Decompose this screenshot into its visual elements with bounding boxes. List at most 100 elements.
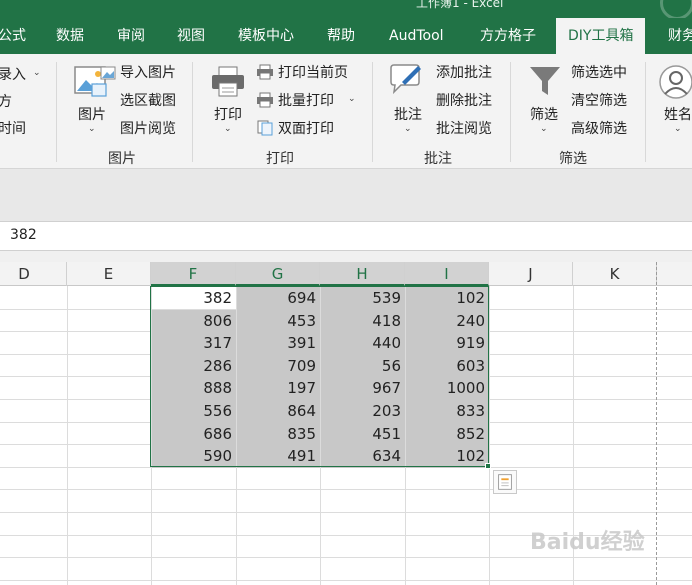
person-icon (659, 65, 692, 99)
chevron-down-icon[interactable]: ⌄ (224, 124, 232, 134)
cell-g6[interactable]: 864 (237, 400, 320, 423)
column-header-i[interactable]: I (405, 262, 489, 286)
cell-g5[interactable]: 197 (237, 377, 320, 400)
cell-i3[interactable]: 919 (406, 332, 489, 355)
fill-handle[interactable] (485, 463, 491, 469)
cell-h7[interactable]: 451 (321, 422, 405, 446)
cell-g1[interactable]: 694 (237, 287, 320, 310)
tab-help[interactable]: 帮助 (327, 18, 355, 54)
cell-f4[interactable]: 286 (152, 354, 236, 378)
area-screenshot-button[interactable]: 选区截图 (120, 90, 176, 110)
cell-h3[interactable]: 440 (321, 332, 405, 355)
picture-view-button[interactable]: 图片阅览 (120, 118, 176, 138)
ribbon-tabs: 公式 数据 审阅 视图 模板中心 帮助 AudTool 方方格子 DIY工具箱 … (0, 18, 692, 54)
tab-fangfang[interactable]: 方方格子 (480, 18, 536, 54)
column-header-j[interactable]: J (489, 262, 573, 286)
comment-button[interactable]: 批注 (394, 104, 422, 124)
row-gridline (0, 512, 692, 513)
cell-f8[interactable]: 590 (152, 445, 236, 468)
print-current-page-icon (257, 64, 273, 80)
batch-print-button[interactable]: 批量打印 (278, 90, 334, 110)
cell-h4[interactable]: 56 (321, 354, 405, 378)
cell-f3[interactable]: 317 (152, 332, 236, 355)
filter-icon (530, 67, 560, 95)
column-header-f[interactable]: F (151, 262, 236, 286)
chevron-down-icon[interactable]: ⌄ (348, 94, 356, 104)
cell-h6[interactable]: 203 (321, 400, 405, 423)
column-headers: D E F G H I J K (0, 262, 692, 286)
view-comments-button[interactable]: 批注阅览 (436, 118, 492, 138)
column-header-d[interactable]: D (0, 262, 67, 286)
formula-bar[interactable]: 382 (0, 221, 692, 251)
clear-filter-button[interactable]: 清空筛选 (571, 90, 627, 110)
cell-i8[interactable]: 102 (406, 445, 489, 468)
column-header-g[interactable]: G (236, 262, 320, 286)
column-header-h[interactable]: H (320, 262, 405, 286)
group-label-print: 打印 (266, 151, 294, 167)
partial-label[interactable]: 方 (0, 91, 12, 111)
duplex-print-button[interactable]: 双面打印 (278, 118, 334, 138)
delete-comment-button[interactable]: 删除批注 (436, 90, 492, 110)
cell-i6[interactable]: 833 (406, 400, 489, 423)
tab-template-center[interactable]: 模板中心 (238, 18, 294, 54)
cell-f2[interactable]: 806 (152, 309, 236, 333)
formula-value[interactable]: 382 (10, 227, 37, 243)
chevron-down-icon[interactable]: ⌄ (404, 124, 412, 134)
cell-i2[interactable]: 240 (406, 309, 489, 333)
cell-g2[interactable]: 453 (237, 309, 320, 333)
row-gridline (0, 557, 692, 559)
print-button[interactable]: 打印 (214, 104, 242, 124)
picture-button[interactable]: 图片 (78, 104, 106, 124)
time-button[interactable]: 时间 (0, 118, 26, 138)
cell-i4[interactable]: 603 (406, 354, 489, 378)
import-picture-button[interactable]: 导入图片 (120, 62, 176, 82)
name-button[interactable]: 姓名 (664, 104, 692, 124)
filter-selected-button[interactable]: 筛选选中 (571, 62, 627, 82)
column-header-k[interactable]: K (573, 262, 657, 286)
print-current-page-button[interactable]: 打印当前页 (278, 62, 348, 82)
tab-review[interactable]: 审阅 (117, 18, 145, 54)
cell-g3[interactable]: 391 (237, 332, 320, 355)
title-bar: 工作簿1 - Excel (0, 0, 692, 18)
cell-h5[interactable]: 967 (321, 377, 405, 400)
chevron-down-icon[interactable]: ⌄ (33, 68, 41, 78)
spreadsheet-grid[interactable]: 382 694 539 102 806 453 418 240 317 391 440 919 286 7… (0, 286, 692, 585)
cell-h8[interactable]: 634 (321, 445, 405, 468)
watermark: Baidu经验 (530, 530, 645, 555)
cell-i5[interactable]: 1000 (406, 377, 489, 400)
advanced-filter-button[interactable]: 高级筛选 (571, 118, 627, 138)
ribbon-collapsed-area (0, 169, 692, 221)
cell-i7[interactable]: 852 (406, 422, 489, 446)
group-divider (56, 62, 57, 162)
tab-finance[interactable]: 财务 (668, 18, 692, 54)
chevron-down-icon[interactable]: ⌄ (674, 124, 682, 134)
tab-data[interactable]: 数据 (56, 18, 84, 54)
cell-h2[interactable]: 418 (321, 309, 405, 333)
printer-icon (212, 66, 244, 97)
column-header-e[interactable]: E (67, 262, 151, 286)
batch-print-icon (257, 92, 273, 108)
group-label-pictures: 图片 (108, 151, 136, 167)
entry-button[interactable]: 录入 (0, 64, 26, 84)
import-picture-icon (100, 66, 116, 80)
cell-i1[interactable]: 102 (406, 287, 489, 310)
duplex-print-icon (257, 120, 273, 136)
cell-f5[interactable]: 888 (152, 377, 236, 400)
filter-button[interactable]: 筛选 (530, 104, 558, 124)
cell-f6[interactable]: 556 (152, 400, 236, 423)
cell-g8[interactable]: 491 (237, 445, 320, 468)
tab-diy-toolbox[interactable]: DIY工具箱 (556, 18, 646, 54)
cell-h1[interactable]: 539 (321, 287, 405, 310)
add-comment-button[interactable]: 添加批注 (436, 62, 492, 82)
cell-g4[interactable]: 709 (237, 354, 320, 378)
cell-f7[interactable]: 686 (152, 422, 236, 446)
tab-audtool[interactable]: AudTool (389, 18, 444, 54)
chevron-down-icon[interactable]: ⌄ (88, 124, 96, 134)
cell-f1[interactable]: 382 (152, 287, 236, 310)
cell-g7[interactable]: 835 (237, 422, 320, 446)
tab-view[interactable]: 视图 (177, 18, 205, 54)
quick-analysis-icon[interactable] (493, 470, 517, 494)
tab-formulas[interactable]: 公式 (0, 18, 26, 54)
column-gridline (489, 286, 490, 585)
chevron-down-icon[interactable]: ⌄ (540, 124, 548, 134)
